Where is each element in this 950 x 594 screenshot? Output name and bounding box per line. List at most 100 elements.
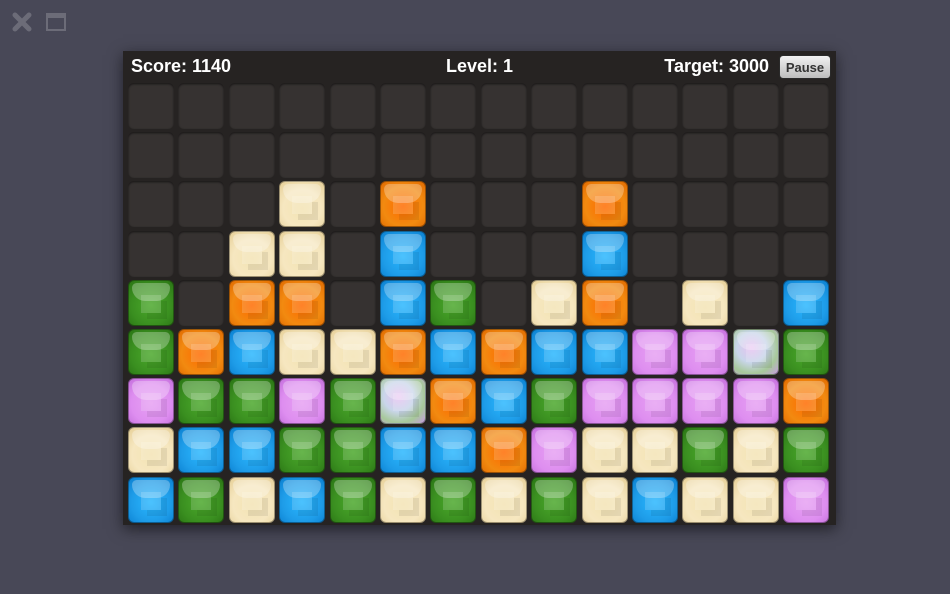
green-tile[interactable]	[178, 378, 225, 425]
empty-cell	[228, 83, 275, 129]
pink-tile[interactable]	[279, 378, 326, 425]
blue-tile[interactable]	[430, 329, 477, 375]
empty-cell	[682, 181, 729, 228]
green-tile[interactable]	[178, 476, 225, 523]
cream-tile[interactable]	[632, 427, 678, 474]
blue-tile[interactable]	[783, 279, 830, 326]
cream-tile[interactable]	[279, 181, 326, 228]
green-tile[interactable]	[329, 427, 376, 474]
blue-tile[interactable]	[581, 230, 628, 277]
pink-tile[interactable]	[632, 329, 678, 375]
blue-tile[interactable]	[380, 427, 426, 474]
green-tile[interactable]	[329, 476, 376, 523]
empty-cell	[178, 230, 225, 277]
blue-tile[interactable]	[581, 329, 628, 375]
empty-cell	[531, 132, 578, 179]
pink-tile[interactable]	[682, 329, 729, 375]
orange-tile[interactable]	[178, 329, 225, 375]
pink-tile[interactable]	[531, 427, 578, 474]
pink-tile[interactable]	[128, 378, 174, 425]
blue-tile[interactable]	[228, 329, 275, 375]
cream-tile[interactable]	[228, 230, 275, 277]
blue-tile[interactable]	[128, 476, 174, 523]
empty-cell	[128, 83, 174, 129]
empty-cell	[732, 83, 779, 129]
cream-tile[interactable]	[480, 476, 527, 523]
cream-tile[interactable]	[279, 329, 326, 375]
pink-tile[interactable]	[581, 378, 628, 425]
close-icon[interactable]	[10, 10, 34, 34]
cream-tile[interactable]	[581, 476, 628, 523]
blue-tile[interactable]	[380, 279, 426, 326]
cream-tile[interactable]	[732, 476, 779, 523]
empty-cell	[682, 230, 729, 277]
green-tile[interactable]	[783, 329, 830, 375]
empty-cell	[783, 181, 830, 228]
target-display: Target: 3000	[664, 56, 769, 76]
empty-cell	[380, 83, 426, 129]
empty-cell	[632, 132, 678, 179]
cream-tile[interactable]	[228, 476, 275, 523]
window-controls	[10, 10, 68, 34]
pink-tile[interactable]	[783, 476, 830, 523]
blue-tile[interactable]	[632, 476, 678, 523]
special-tile[interactable]	[732, 329, 779, 375]
cream-tile[interactable]	[380, 476, 426, 523]
empty-cell	[480, 132, 527, 179]
empty-cell	[732, 230, 779, 277]
empty-cell	[581, 132, 628, 179]
blue-tile[interactable]	[480, 378, 527, 425]
orange-tile[interactable]	[581, 279, 628, 326]
orange-tile[interactable]	[380, 181, 426, 228]
empty-cell	[732, 279, 779, 326]
pause-button[interactable]: Pause	[779, 55, 831, 79]
orange-tile[interactable]	[228, 279, 275, 326]
cream-tile[interactable]	[682, 279, 729, 326]
empty-cell	[531, 83, 578, 129]
window-icon[interactable]	[44, 10, 68, 34]
orange-tile[interactable]	[480, 329, 527, 375]
special-tile[interactable]	[380, 378, 426, 425]
green-tile[interactable]	[329, 378, 376, 425]
cream-tile[interactable]	[682, 476, 729, 523]
pink-tile[interactable]	[632, 378, 678, 425]
empty-cell	[178, 181, 225, 228]
pink-tile[interactable]	[732, 378, 779, 425]
cream-tile[interactable]	[531, 279, 578, 326]
cream-tile[interactable]	[128, 427, 174, 474]
green-tile[interactable]	[279, 427, 326, 474]
cream-tile[interactable]	[279, 230, 326, 277]
empty-cell	[128, 132, 174, 179]
blue-tile[interactable]	[380, 230, 426, 277]
green-tile[interactable]	[128, 279, 174, 326]
cream-tile[interactable]	[329, 329, 376, 375]
blue-tile[interactable]	[430, 427, 477, 474]
orange-tile[interactable]	[430, 378, 477, 425]
green-tile[interactable]	[430, 279, 477, 326]
cream-tile[interactable]	[732, 427, 779, 474]
empty-cell	[480, 230, 527, 277]
cream-tile[interactable]	[581, 427, 628, 474]
empty-cell	[732, 181, 779, 228]
pink-tile[interactable]	[682, 378, 729, 425]
green-tile[interactable]	[128, 329, 174, 375]
blue-tile[interactable]	[531, 329, 578, 375]
orange-tile[interactable]	[480, 427, 527, 474]
blue-tile[interactable]	[228, 427, 275, 474]
orange-tile[interactable]	[380, 329, 426, 375]
orange-tile[interactable]	[279, 279, 326, 326]
green-tile[interactable]	[783, 427, 830, 474]
empty-cell	[430, 181, 477, 228]
blue-tile[interactable]	[178, 427, 225, 474]
orange-tile[interactable]	[581, 181, 628, 228]
empty-cell	[228, 181, 275, 228]
blue-tile[interactable]	[279, 476, 326, 523]
empty-cell	[632, 181, 678, 228]
empty-cell	[480, 83, 527, 129]
green-tile[interactable]	[531, 378, 578, 425]
green-tile[interactable]	[682, 427, 729, 474]
green-tile[interactable]	[430, 476, 477, 523]
orange-tile[interactable]	[783, 378, 830, 425]
green-tile[interactable]	[228, 378, 275, 425]
green-tile[interactable]	[531, 476, 578, 523]
